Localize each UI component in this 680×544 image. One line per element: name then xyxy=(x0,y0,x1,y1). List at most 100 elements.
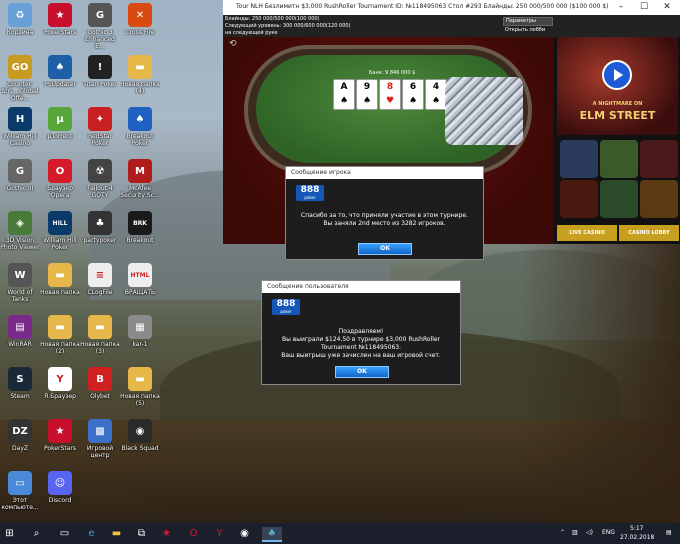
network-icon[interactable]: ▥ xyxy=(572,529,578,536)
clock-date[interactable]: 27.02.2018 xyxy=(620,534,654,541)
open-lobby-link[interactable]: Открыть лобби xyxy=(505,27,545,33)
store-icon[interactable]: ⧉ xyxy=(135,527,148,540)
desktop-icon[interactable]: µ µTorrent xyxy=(40,107,80,151)
desktop-icon[interactable]: ▬ Новая папка (3) xyxy=(80,315,120,359)
play-icon[interactable] xyxy=(602,60,632,90)
tray-up-icon[interactable]: ⌃ xyxy=(560,529,565,536)
ok-button[interactable]: OK xyxy=(358,243,412,255)
game-tile-slot-5[interactable] xyxy=(640,180,678,218)
desktop-icon[interactable]: H William Hill Casino xyxy=(0,107,40,151)
dialog-message-line1: Поздравляем! xyxy=(338,328,384,335)
breakout-poker-icon: ♠ xyxy=(128,107,152,131)
crossfire-icon: ✕ xyxy=(128,3,152,27)
desktop-icon-label: William Hill Casino xyxy=(3,133,37,147)
mcafee-icon: M xyxy=(128,159,152,183)
desktop-icon[interactable]: ▭ Этот компьюте... xyxy=(0,471,40,515)
volume-icon[interactable]: ◁) xyxy=(586,529,593,536)
desktop-icon[interactable]: M McAfee Security Sc... xyxy=(120,159,160,203)
desktop-icon[interactable]: ▩ Игровой центр xyxy=(80,419,120,463)
banner-line1: A NIGHTMARE ON xyxy=(592,101,643,107)
this-pc-icon: ▭ xyxy=(8,471,32,495)
steam-taskbar-icon[interactable]: ◉ xyxy=(238,527,251,540)
player-message-dialog[interactable]: Сообщение игрока 888 poker Спасибо за то,… xyxy=(285,166,484,260)
desktop-icon[interactable]: ▬ Новая папка (2) xyxy=(40,315,80,359)
live-casino-button[interactable]: LIVE CASINO xyxy=(557,225,617,241)
desktop-icon[interactable]: O Браузер Opera xyxy=(40,159,80,203)
start-icon[interactable]: ⊞ xyxy=(3,527,16,540)
maximize-icon[interactable]: ☐ xyxy=(633,1,655,14)
refresh-icon[interactable]: ⟲ xyxy=(229,39,237,49)
desktop-icon[interactable]: Y Я.Браузер xyxy=(40,367,80,411)
text-file-icon: ≡ xyxy=(88,263,112,287)
window-title-bar[interactable]: Tour NLH Безлимитн $3,000 RushRoller Tou… xyxy=(223,0,680,15)
desktop-icon[interactable]: ✕ Cross Fire xyxy=(120,3,160,47)
desktop-icon[interactable]: ▬ Новая папка (5) xyxy=(120,367,160,411)
desktop-icon-label: DayZ xyxy=(12,445,28,452)
desktop-icon[interactable]: ▬ Новая папка (4) xyxy=(120,55,160,99)
yandex-taskbar-icon[interactable]: Y xyxy=(213,527,226,540)
desktop-icon[interactable]: ♠ Breakout Poker xyxy=(120,107,160,151)
yandex-browser-icon: Y xyxy=(48,367,72,391)
user-message-dialog[interactable]: Сообщение пользователя 888 poker Поздравл… xyxy=(261,280,461,385)
search-icon[interactable]: ⌕ xyxy=(30,527,43,540)
game-tile-slot-3[interactable] xyxy=(560,180,598,218)
opera-taskbar-icon[interactable]: O xyxy=(187,527,200,540)
desktop-icon-label: William Hill Poker xyxy=(43,237,77,251)
desktop-icon[interactable]: ✦ RedStar Poker xyxy=(80,107,120,151)
pokerstars-taskbar-icon[interactable]: ★ xyxy=(160,527,173,540)
casino-lobby-button[interactable]: CASINO LOBBY xyxy=(619,225,679,241)
desktop-icon[interactable]: ★ PokerStars xyxy=(40,419,80,463)
desktop-icon[interactable]: DZ DayZ xyxy=(0,419,40,463)
desktop-icon[interactable]: ☺ Discord xyxy=(40,471,80,515)
clock-time[interactable]: 5:17 xyxy=(630,525,643,532)
desktop-icon[interactable]: ★ PokerStars xyxy=(40,3,80,47)
blinds-info-bar: Блайнды: 250 000/500 000(100 000) Следую… xyxy=(223,15,680,37)
888poker-taskbar-icon[interactable]: ♠ xyxy=(262,527,282,542)
desktop-icon[interactable]: G Gothic III xyxy=(0,159,40,203)
options-dropdown[interactable]: Параметры xyxy=(503,17,553,26)
desktop-icon[interactable]: ☢ Fallout 4 GOTY xyxy=(80,159,120,203)
desktop-icon[interactable]: S Steam xyxy=(0,367,40,411)
desktop-icon[interactable]: W World of Tanks xyxy=(0,263,40,307)
file-explorer-icon[interactable]: ▬ xyxy=(110,527,123,540)
desktop-icon[interactable]: G Gothic 3 Enhanced E... xyxy=(80,3,120,50)
desktop-icon[interactable]: ♠ PSUpdater xyxy=(40,55,80,99)
task-view-icon[interactable]: ▭ xyxy=(58,527,71,540)
game-tile-slot-4[interactable] xyxy=(600,180,638,218)
game-tile-blackjack[interactable] xyxy=(560,140,598,178)
desktop-icon[interactable]: ◈ 3D Vision Photo Viewer xyxy=(0,211,40,255)
desktop-icon[interactable]: GO Counter-Stri... Global Offe... xyxy=(0,55,40,102)
desktop-icon[interactable]: ! Titan Poker xyxy=(80,55,120,99)
desktop-icon-label: Этот компьюте... xyxy=(1,497,39,511)
desktop-icon[interactable]: ≡ CLogFile xyxy=(80,263,120,307)
desktop-icon[interactable]: HILL William Hill Poker xyxy=(40,211,80,255)
desktop-icon-label: PokerStars xyxy=(44,29,76,36)
folder-icon: ▬ xyxy=(48,315,72,339)
elm-street-banner[interactable]: A NIGHTMARE ON ELM STREET xyxy=(557,37,678,135)
game-tile-slot-1[interactable] xyxy=(600,140,638,178)
desktop-icon-label: Titan Poker xyxy=(83,81,117,88)
csgo-icon: GO xyxy=(8,55,32,79)
board-card: 9 ♠ xyxy=(356,79,378,110)
game-tile-slot-2[interactable] xyxy=(640,140,678,178)
minimize-icon[interactable]: – xyxy=(610,1,632,14)
folder-icon: ▬ xyxy=(48,263,72,287)
desktop-icon[interactable]: ♣ partypoker xyxy=(80,211,120,255)
notifications-icon[interactable]: ▤ xyxy=(666,529,672,536)
desktop-icon[interactable]: ◉ Black Squad xyxy=(120,419,160,463)
desktop-icon[interactable]: ▤ WinRAR xyxy=(0,315,40,359)
close-icon[interactable]: ✕ xyxy=(656,1,678,14)
desktop-icon[interactable]: ▦ kar-1 xyxy=(120,315,160,359)
desktop-icon[interactable]: BRK Breakout xyxy=(120,211,160,255)
desktop-icon[interactable]: HTML ВРАЩАТЬ xyxy=(120,263,160,307)
language-indicator[interactable]: ENG xyxy=(602,529,615,536)
edge-icon[interactable]: e xyxy=(85,527,98,540)
desktop-icon[interactable]: B Olybet xyxy=(80,367,120,411)
desktop-icon[interactable]: ♻ Корзина xyxy=(0,3,40,47)
desktop-icon[interactable]: ▬ Новая папка xyxy=(40,263,80,307)
board-card: 8 ♥ xyxy=(379,79,401,110)
ok-button[interactable]: OK xyxy=(335,366,389,378)
card-suit-icon: ♥ xyxy=(385,96,395,106)
william-hill-icon: H xyxy=(8,107,32,131)
desktop-icon-label: Корзина xyxy=(6,29,34,36)
